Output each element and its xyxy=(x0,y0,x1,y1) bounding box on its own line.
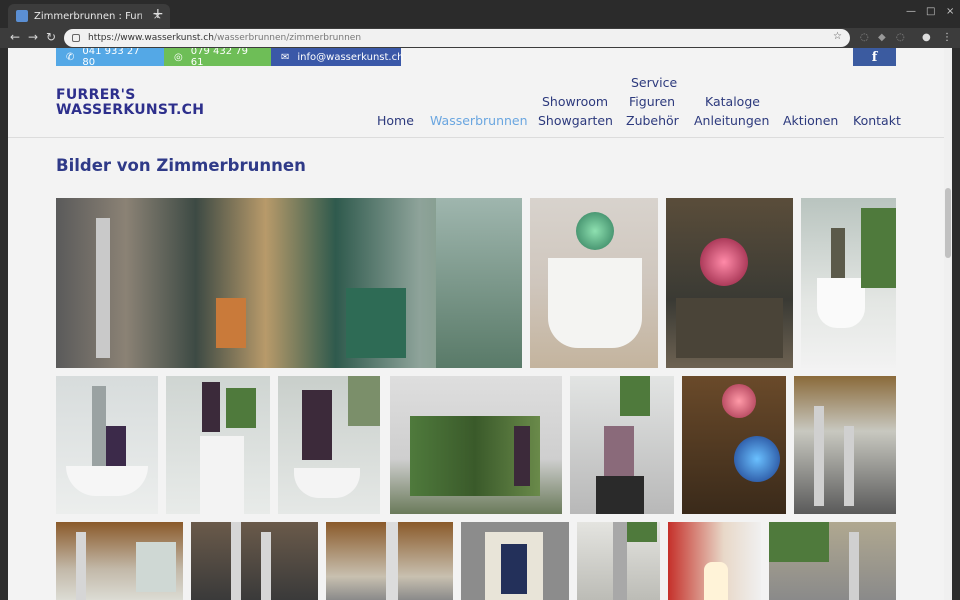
minimize-icon[interactable]: — xyxy=(906,6,916,17)
scrollbar-thumb[interactable] xyxy=(945,188,951,258)
gallery-photo[interactable] xyxy=(326,522,453,600)
email-button[interactable]: ✉ info@wasserkunst.ch xyxy=(271,48,403,66)
mail-icon: ✉ xyxy=(281,51,290,63)
gallery-photo[interactable] xyxy=(666,198,793,368)
gallery-photo[interactable] xyxy=(794,376,896,514)
nav-figuren[interactable]: Figuren xyxy=(629,94,675,109)
gallery-photo[interactable] xyxy=(682,376,786,514)
nav-home[interactable]: Home xyxy=(377,113,414,128)
nav-aktionen[interactable]: Aktionen xyxy=(783,113,838,128)
nav-showroom[interactable]: Showroom xyxy=(542,94,608,109)
profile-icon[interactable]: ● xyxy=(922,32,931,43)
gallery-photo[interactable] xyxy=(577,522,660,600)
browser-toolbar: ← → ↻ https://www.wasserkunst.ch/wasserb… xyxy=(0,28,960,48)
gallery-photo[interactable] xyxy=(461,522,569,600)
nav-zubehoer[interactable]: Zubehör xyxy=(626,113,679,128)
page-scrollbar[interactable] xyxy=(944,48,952,600)
header-divider xyxy=(8,137,944,138)
gallery-photo[interactable] xyxy=(530,198,658,368)
gallery-photo[interactable] xyxy=(191,522,318,600)
lock-icon xyxy=(72,34,80,42)
browser-tab[interactable]: Zimmerbrunnen : Furrer's × xyxy=(8,4,170,28)
bookmark-star-icon[interactable]: ☆ xyxy=(833,31,842,42)
whatsapp-button[interactable]: ◎ 079 432 79 61 xyxy=(164,48,271,68)
tab-title: Zimmerbrunnen : Furrer's xyxy=(34,10,142,22)
menu-icon[interactable]: ⋮ xyxy=(942,32,952,43)
gallery-photo[interactable] xyxy=(769,522,896,600)
phone-icon: ✆ xyxy=(66,51,75,63)
extension-icon-2[interactable]: ◆ xyxy=(878,32,886,43)
gallery-photo[interactable] xyxy=(56,198,522,368)
favicon-icon xyxy=(16,10,28,22)
facebook-icon: f xyxy=(871,49,878,65)
gallery-photo[interactable] xyxy=(801,198,896,368)
nav-wasserbrunnen[interactable]: Wasserbrunnen xyxy=(430,113,528,128)
site-logo[interactable]: FURRER'S WASSERKUNST.CH xyxy=(56,88,204,118)
phone-button[interactable]: ✆ 041 933 27 80 xyxy=(56,48,164,68)
back-icon[interactable]: ← xyxy=(10,30,20,44)
nav-service[interactable]: Service xyxy=(631,75,677,90)
close-window-icon[interactable]: × xyxy=(946,6,954,17)
gallery-photo[interactable] xyxy=(668,522,761,600)
gallery-photo[interactable] xyxy=(56,376,158,514)
nav-kontakt[interactable]: Kontakt xyxy=(853,113,901,128)
gallery-photo[interactable] xyxy=(390,376,562,514)
facebook-button[interactable]: f xyxy=(853,48,896,66)
gallery-photo[interactable] xyxy=(278,376,380,514)
extension-icon-3[interactable]: ◌ xyxy=(896,32,905,43)
gallery-photo[interactable] xyxy=(56,522,183,600)
gallery-photo[interactable] xyxy=(570,376,674,514)
new-tab-icon[interactable]: + xyxy=(152,6,164,22)
gallery-photo[interactable] xyxy=(166,376,270,514)
maximize-icon[interactable]: □ xyxy=(926,6,935,17)
nav-showgarten[interactable]: Showgarten xyxy=(538,113,613,128)
address-bar[interactable]: https://www.wasserkunst.ch/wasserbrunnen… xyxy=(64,29,850,47)
page-title: Bilder von Zimmerbrunnen xyxy=(56,156,306,175)
extension-icon[interactable]: ◌ xyxy=(860,32,869,43)
nav-anleitungen[interactable]: Anleitungen xyxy=(694,113,769,128)
forward-icon[interactable]: → xyxy=(28,30,38,44)
url-text: https://www.wasserkunst.ch/wasserbrunnen… xyxy=(88,33,362,43)
whatsapp-icon: ◎ xyxy=(174,51,183,63)
nav-kataloge[interactable]: Kataloge xyxy=(705,94,760,109)
browser-tabbar: Zimmerbrunnen : Furrer's × + — □ × xyxy=(0,0,960,28)
page-viewport: ✆ 041 933 27 80 ◎ 079 432 79 61 ✉ info@w… xyxy=(8,48,952,600)
reload-icon[interactable]: ↻ xyxy=(46,30,56,44)
contact-bar: ✆ 041 933 27 80 ◎ 079 432 79 61 ✉ info@w… xyxy=(56,48,403,68)
